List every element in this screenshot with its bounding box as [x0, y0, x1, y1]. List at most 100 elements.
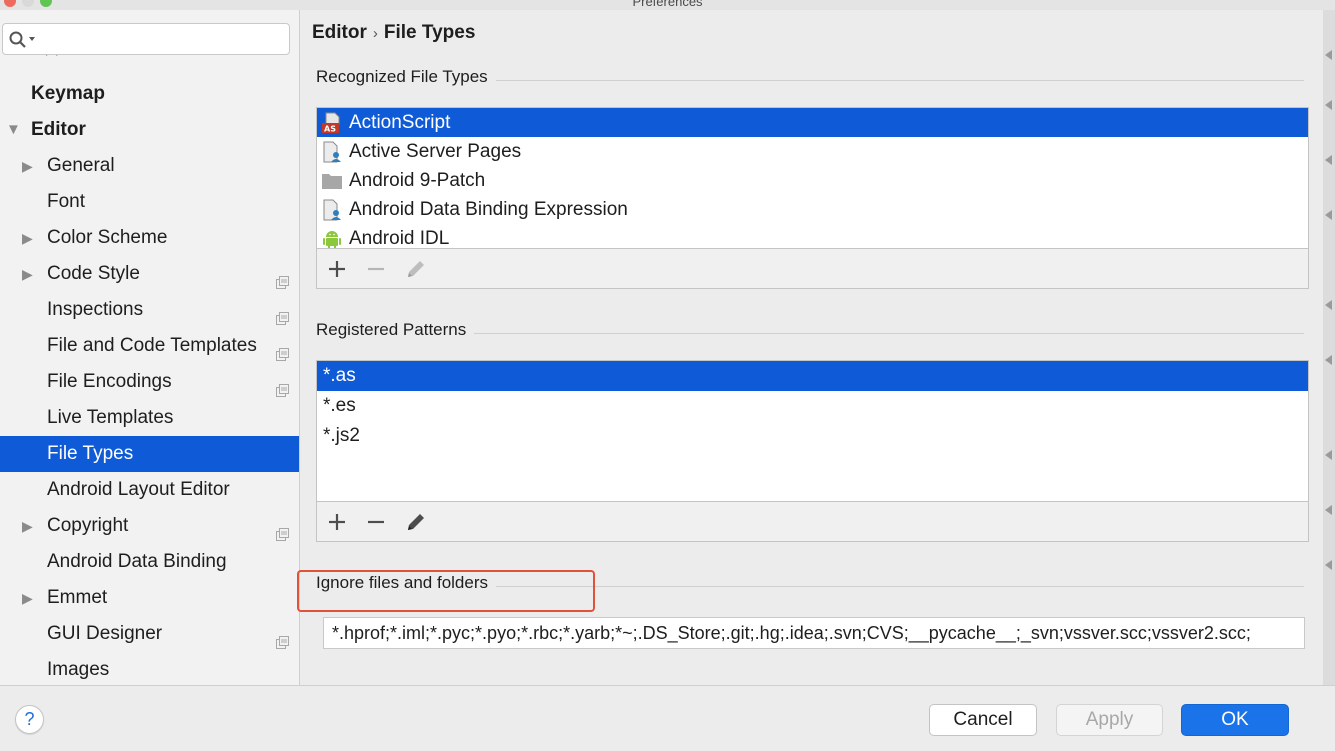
sidebar-item-label: Copyright [47, 515, 129, 536]
expand-right-icon[interactable]: ▶ [22, 220, 33, 256]
folder-icon [321, 170, 343, 192]
sidebar-item-label: Live Templates [47, 407, 174, 428]
sidebar-item-label: File Encodings [47, 371, 172, 392]
sidebar-item-label: Images [47, 659, 110, 680]
sidebar-item-editor[interactable]: ▼ Editor [0, 112, 299, 148]
highlight-box [297, 570, 595, 612]
project-settings-icon [275, 519, 289, 541]
sidebar-item-label: File and Code Templates [47, 335, 257, 356]
android-icon [321, 228, 343, 248]
sidebar-item-label: Keymap [31, 83, 105, 104]
arrow-left-icon [1325, 355, 1332, 365]
breadcrumb: Editor › File Types [312, 22, 475, 44]
sidebar-item-live-templates[interactable]: Live Templates [0, 400, 299, 436]
arrow-left-icon [1325, 560, 1332, 570]
sidebar-item-images[interactable]: Images [0, 652, 299, 685]
pattern-row[interactable]: *.js2 [317, 421, 1308, 451]
file-type-row[interactable]: Android 9-Patch [317, 166, 1308, 195]
sidebar-item-label: Editor [31, 119, 86, 140]
file-type-row[interactable]: Android IDL [317, 224, 1308, 249]
remove-pattern-button[interactable] [363, 509, 389, 535]
sidebar-item-file-types[interactable]: File Types [0, 436, 299, 472]
sidebar-item-general[interactable]: ▶ General [0, 148, 299, 184]
arrow-left-icon [1325, 505, 1332, 515]
remove-file-type-button[interactable] [363, 256, 389, 282]
settings-sidebar: · · Keymap ▼ Editor ▶ General Font ▶ Color Sche… [0, 10, 300, 685]
sidebar-item-label: General [47, 155, 115, 176]
data-binding-file-icon [321, 199, 343, 221]
sidebar-item-label: Emmet [47, 587, 108, 608]
arrow-left-icon [1325, 100, 1332, 110]
arrow-left-icon [1325, 450, 1332, 460]
patterns-toolbar [316, 502, 1309, 542]
edit-pattern-button[interactable] [403, 509, 429, 535]
sidebar-item-label: GUI Designer [47, 623, 163, 644]
project-settings-icon [275, 375, 289, 397]
edit-file-type-button[interactable] [403, 256, 429, 282]
arrow-left-icon [1325, 300, 1332, 310]
expand-right-icon[interactable]: ▶ [22, 256, 33, 292]
help-button[interactable]: ? [15, 705, 44, 734]
window-title-bar: Preferences [0, 0, 1335, 10]
registered-patterns-title: Registered Patterns [316, 320, 475, 340]
search-input[interactable] [43, 28, 283, 50]
sidebar-item-android-layout-editor[interactable]: Android Layout Editor [0, 472, 299, 508]
breadcrumb-separator: › [372, 25, 378, 42]
sidebar-item-file-and-code-templates[interactable]: File and Code Templates [0, 328, 299, 364]
sidebar-item-label: Android Data Binding [47, 551, 227, 572]
add-file-type-button[interactable] [324, 256, 350, 282]
recognized-file-types-title: Recognized File Types [316, 67, 496, 87]
breadcrumb-current: File Types [383, 22, 476, 43]
sidebar-item-gui-designer[interactable]: GUI Designer [0, 616, 299, 652]
file-type-label: Android Data Binding Expression [349, 199, 628, 220]
project-settings-icon [275, 267, 289, 289]
pattern-row[interactable]: *.es [317, 391, 1308, 421]
asp-file-icon [321, 141, 343, 163]
project-settings-icon [275, 339, 289, 361]
scroll-overflow-indicator: · · [45, 50, 61, 61]
sidebar-item-android-data-binding[interactable]: Android Data Binding [0, 544, 299, 580]
file-type-label: Android 9-Patch [349, 170, 486, 191]
sidebar-item-keymap[interactable]: Keymap [0, 76, 299, 112]
right-edge-strip [1323, 10, 1335, 685]
breadcrumb-parent[interactable]: Editor [312, 22, 367, 43]
sidebar-item-label: Code Style [47, 263, 140, 284]
sidebar-item-label: Android Layout Editor [47, 479, 230, 500]
sidebar-item-inspections[interactable]: Inspections [0, 292, 299, 328]
sidebar-item-copyright[interactable]: ▶ Copyright [0, 508, 299, 544]
arrow-left-icon [1325, 155, 1332, 165]
expand-right-icon[interactable]: ▶ [22, 580, 33, 616]
cancel-button[interactable]: Cancel [929, 704, 1037, 736]
file-type-row[interactable]: Android Data Binding Expression [317, 195, 1308, 224]
project-settings-icon [275, 303, 289, 325]
sidebar-item-code-style[interactable]: ▶ Code Style [0, 256, 299, 292]
file-type-label: ActionScript [349, 112, 451, 133]
ok-button[interactable]: OK [1181, 704, 1289, 736]
apply-button[interactable]: Apply [1056, 704, 1163, 736]
ignore-files-input[interactable]: *.hprof;*.iml;*.pyc;*.pyo;*.rbc;*.yarb;*… [323, 617, 1305, 649]
file-type-label: Android IDL [349, 228, 450, 249]
expand-down-icon[interactable]: ▼ [6, 112, 21, 148]
file-type-row[interactable]: AS ActionScript [317, 108, 1308, 137]
sidebar-item-font[interactable]: Font [0, 184, 299, 220]
expand-right-icon[interactable]: ▶ [22, 148, 33, 184]
file-type-label: Active Server Pages [349, 141, 522, 162]
expand-right-icon[interactable]: ▶ [22, 508, 33, 544]
registered-patterns-list[interactable]: *.as *.es *.js2 [316, 360, 1309, 502]
arrow-left-icon [1325, 50, 1332, 60]
sidebar-item-color-scheme[interactable]: ▶ Color Scheme [0, 220, 299, 256]
recognized-toolbar [316, 249, 1309, 289]
project-settings-icon [275, 627, 289, 649]
file-type-row[interactable]: Active Server Pages [317, 137, 1308, 166]
recognized-file-types-list[interactable]: AS ActionScript Active Server Pages Android… [316, 107, 1309, 249]
actionscript-file-icon: AS [321, 112, 343, 134]
sidebar-item-file-encodings[interactable]: File Encodings [0, 364, 299, 400]
add-pattern-button[interactable] [324, 509, 350, 535]
pattern-row[interactable]: *.as [317, 361, 1308, 391]
sidebar-item-emmet[interactable]: ▶ Emmet [0, 580, 299, 616]
sidebar-item-label: Font [47, 191, 86, 212]
svg-text:AS: AS [324, 125, 336, 134]
sidebar-item-label: Color Scheme [47, 227, 168, 248]
arrow-left-icon [1325, 210, 1332, 220]
window-title: Preferences [632, 0, 703, 9]
